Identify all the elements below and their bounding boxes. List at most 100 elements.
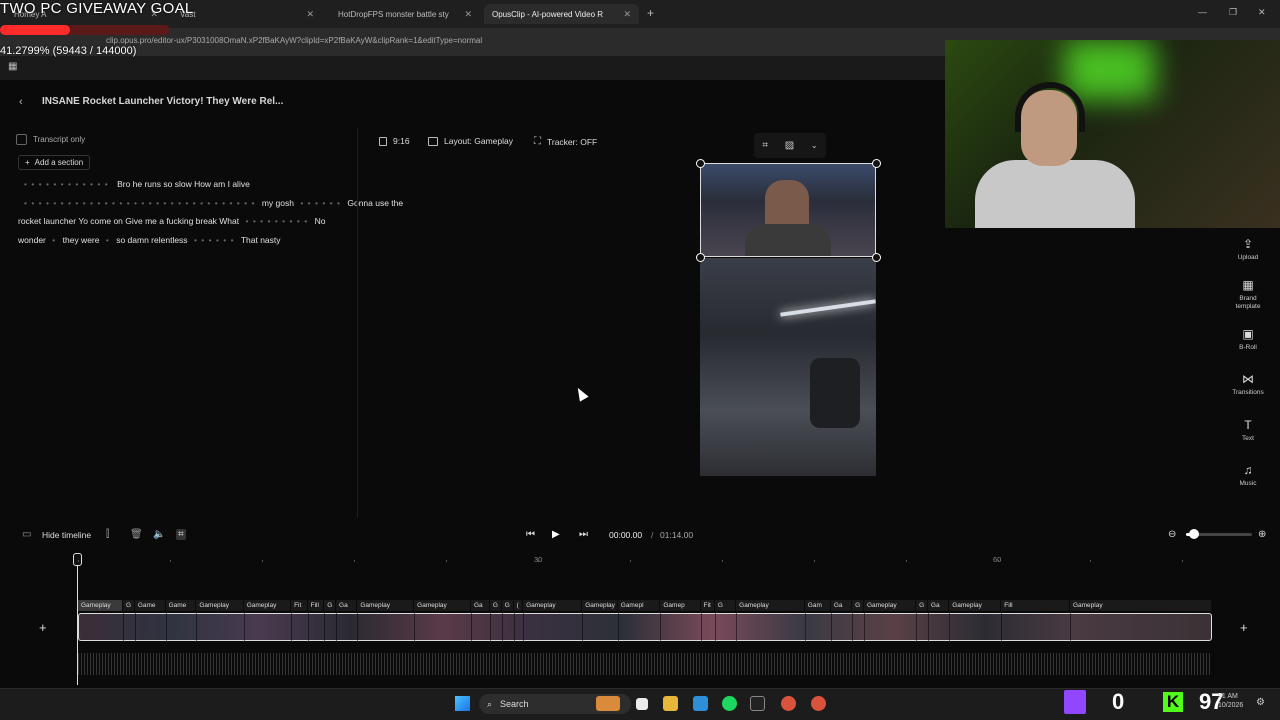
maximize-button[interactable]: ❐ — [1229, 7, 1237, 18]
system-clock[interactable]: 51 AM 10/2026 — [1218, 692, 1243, 710]
image-icon[interactable]: ▨ — [785, 140, 794, 151]
chrome-icon[interactable] — [781, 696, 796, 711]
clip-label[interactable]: Game — [165, 600, 196, 611]
sidebar-transitions[interactable]: ⋈ Transitions — [1228, 373, 1268, 397]
clip-label[interactable]: G — [852, 600, 863, 611]
video-filmstrip[interactable] — [78, 613, 1212, 641]
removed-words[interactable]: • • • • • • — [194, 235, 235, 245]
minimize-button[interactable]: — — [1198, 7, 1207, 17]
layout-button[interactable]: Layout: Gameplay — [428, 136, 513, 146]
tracker-button[interactable]: ⛶ Tracker: OFF — [534, 136, 597, 147]
transcript-line[interactable]: wonder • they were • so damn relentless … — [18, 235, 281, 245]
skip-forward-icon[interactable]: ⏭ — [579, 529, 588, 540]
close-tab-icon[interactable]: ✕ — [306, 9, 314, 20]
removed-words[interactable]: • • • • • • • • • — [246, 216, 309, 226]
clip-label[interactable]: Gameplay — [196, 600, 243, 611]
clip-label[interactable]: G — [324, 600, 336, 611]
snap-icon[interactable]: ⌗ — [176, 529, 186, 540]
close-tab-icon[interactable]: ✕ — [464, 9, 472, 20]
transcript-line[interactable]: • • • • • • • • • • • • • • • • • • • • … — [24, 198, 403, 208]
resize-handle[interactable] — [872, 159, 881, 168]
notepad-icon[interactable] — [693, 696, 708, 711]
transcript-line[interactable]: rocket launcher Yo come on Give me a fuc… — [18, 216, 325, 226]
timeline-toggle-icon[interactable]: ▭ — [22, 529, 31, 540]
windows-start-icon[interactable] — [455, 696, 470, 711]
clip-label[interactable]: G — [714, 600, 736, 611]
clip-label[interactable]: Gameplay — [1069, 600, 1211, 611]
clip-label[interactable]: G — [489, 600, 501, 611]
transcript-text[interactable]: they were — [63, 235, 100, 245]
removed-words[interactable]: • • • • • • • • • • • • • • • • • • • • … — [24, 198, 255, 208]
spotify-icon[interactable] — [722, 696, 737, 711]
clip-label[interactable]: Game — [134, 600, 165, 611]
file-explorer-icon[interactable] — [663, 696, 678, 711]
zoom-in-icon[interactable]: ⊕ — [1258, 529, 1266, 540]
hud-fx-icon[interactable] — [750, 696, 765, 711]
clip-label[interactable]: Gameplay — [863, 600, 916, 611]
clip-label[interactable]: Ga — [927, 600, 949, 611]
clip-label[interactable]: Gameplay — [736, 600, 804, 611]
url-text[interactable]: clip.opus.pro/editor-ux/P3031008OmaN.xP2… — [106, 36, 482, 45]
task-view-icon[interactable] — [636, 698, 648, 710]
volume-icon[interactable]: 🔈 — [153, 529, 165, 540]
transcript-text[interactable]: No — [315, 216, 326, 226]
sidebar-upload[interactable]: ⇪ Upload — [1228, 238, 1268, 262]
tab-2[interactable]: Vast ✕ — [172, 4, 322, 24]
transcript-line[interactable]: • • • • • • • • • • • • Bro he runs so s… — [24, 179, 250, 189]
resize-handle[interactable] — [696, 253, 705, 262]
clip-label[interactable]: Ga — [336, 600, 357, 611]
sidebar-brand-template[interactable]: ▦ Brand template — [1228, 279, 1268, 311]
clip-label[interactable]: Ga — [470, 600, 489, 611]
pets-widget-icon[interactable] — [596, 696, 620, 711]
removed-words[interactable]: • — [52, 235, 56, 245]
clip-label[interactable]: Gameplay — [414, 600, 470, 611]
removed-words[interactable]: • • • • • • • • • • • • — [24, 179, 109, 189]
close-window-button[interactable]: ✕ — [1258, 7, 1266, 18]
clip-label[interactable]: Fit — [291, 600, 307, 611]
resize-handle[interactable] — [872, 253, 881, 262]
hide-timeline-button[interactable]: Hide timeline — [42, 530, 91, 540]
removed-words[interactable]: • — [106, 235, 110, 245]
resize-handle[interactable] — [696, 159, 705, 168]
sidebar-music[interactable]: ♫ Music — [1228, 464, 1268, 488]
clip-label[interactable]: Gameplay — [949, 600, 1001, 611]
clip-label[interactable]: Gameplay — [582, 600, 617, 611]
crop-icon[interactable]: ⌗ — [762, 140, 768, 151]
add-clip-right-button[interactable]: + — [1240, 620, 1248, 635]
clip-label[interactable]: Gameplay — [78, 600, 122, 611]
clip-label[interactable]: G — [501, 600, 513, 611]
clip-label[interactable]: ( — [513, 600, 523, 611]
sidebar-b-roll[interactable]: ▣ B-Roll — [1228, 328, 1268, 352]
transcript-text[interactable]: That nasty — [241, 235, 281, 245]
clip-label[interactable]: Gameplay — [523, 600, 582, 611]
audio-waveform[interactable] — [78, 653, 1212, 675]
clip-label[interactable]: Gameplay — [357, 600, 414, 611]
clip-label[interactable]: Gamepl — [617, 600, 660, 611]
transcript-text[interactable]: rocket launcher Yo come on Give me a fuc… — [18, 216, 239, 226]
notification-icon[interactable]: ⚙ — [1256, 697, 1265, 708]
clip-label[interactable]: Gam — [804, 600, 830, 611]
clip-label[interactable]: Ga — [830, 600, 852, 611]
clip-label[interactable]: Fit — [700, 600, 714, 611]
aspect-ratio-button[interactable]: 9:16 — [379, 136, 410, 146]
apps-grid-icon[interactable]: ▦ — [8, 61, 17, 72]
clip-label[interactable]: Gameplay — [243, 600, 291, 611]
chrome-profile-icon[interactable] — [811, 696, 826, 711]
skip-back-icon[interactable]: ⏮ — [526, 529, 535, 540]
close-tab-icon[interactable]: ✕ — [623, 9, 631, 20]
transcript-text[interactable]: my gosh — [262, 198, 294, 208]
new-tab-button[interactable]: + — [647, 6, 654, 20]
clip-label[interactable]: Fill — [1001, 600, 1069, 611]
zoom-out-icon[interactable]: ⊖ — [1168, 529, 1176, 540]
transcript-text[interactable]: Bro he runs so slow How am I alive — [117, 179, 250, 189]
transcript-text[interactable]: Gonna use the — [347, 198, 403, 208]
transcript-only-checkbox[interactable] — [16, 134, 27, 145]
tab-3[interactable]: HotDropFPS monster battle sty ✕ — [330, 4, 480, 24]
clip-label[interactable]: Fill — [307, 600, 324, 611]
clip-label[interactable]: G — [916, 600, 927, 611]
add-section-button[interactable]: + Add a section — [18, 155, 91, 170]
tab-4[interactable]: OpusClip - AI-powered Video R ✕ — [484, 4, 639, 24]
back-icon[interactable]: ‹ — [19, 96, 23, 108]
facecam-frame[interactable] — [700, 163, 876, 257]
clip-label[interactable]: Gamep — [660, 600, 700, 611]
